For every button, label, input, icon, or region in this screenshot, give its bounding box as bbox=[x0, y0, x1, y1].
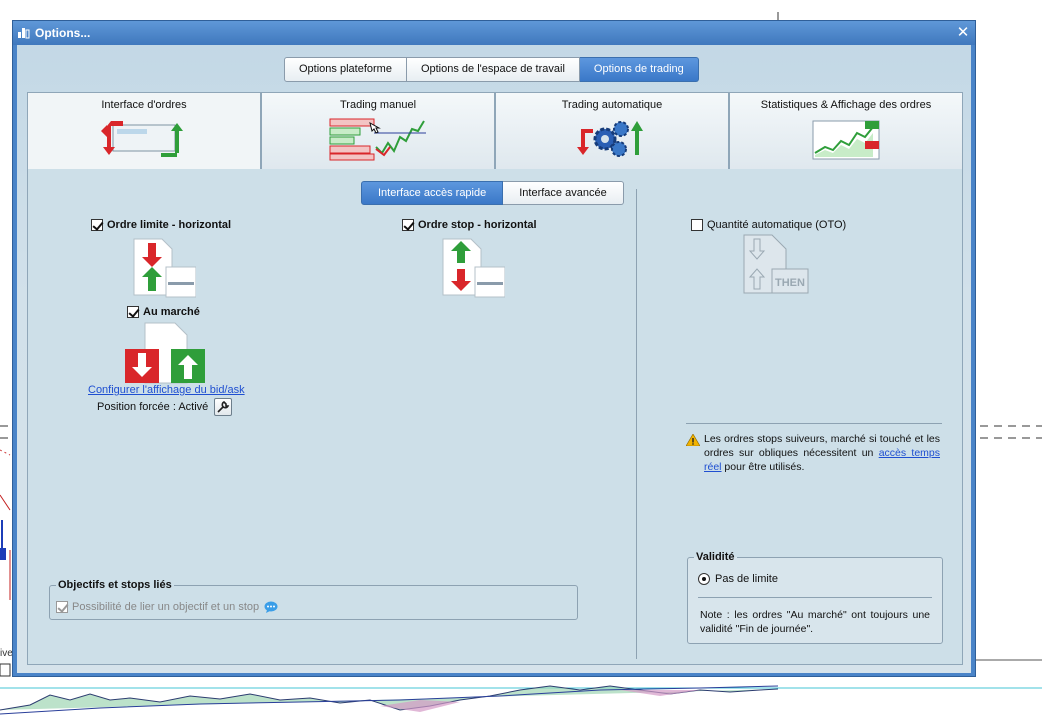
top-tab-bar: Options plateforme Options de l'espace d… bbox=[284, 57, 699, 82]
link-target-stop-option[interactable]: Possibilité de lier un objectif et un st… bbox=[56, 601, 279, 613]
tab-interface-avancee[interactable]: Interface avancée bbox=[503, 181, 624, 205]
column-divider bbox=[636, 189, 637, 659]
validity-legend: Validité bbox=[696, 551, 735, 563]
auto-quantity-label: Quantité automatique (OTO) bbox=[707, 219, 847, 231]
tab-options-trading[interactable]: Options de trading bbox=[579, 57, 699, 82]
tab-interface-ordres[interactable]: Interface d'ordres bbox=[27, 92, 261, 172]
warning-separator bbox=[686, 423, 942, 424]
validity-no-limit-option[interactable]: Pas de limite bbox=[698, 573, 778, 585]
auto-quantity-checkbox[interactable] bbox=[691, 219, 703, 231]
tab-trading-automatique[interactable]: Trading automatique bbox=[495, 92, 729, 170]
validity-note: Note : les ordres "Au marché" ont toujou… bbox=[700, 609, 930, 635]
category-tab-bar: Interface d'ordres Trading manuel Tradin… bbox=[27, 92, 963, 172]
auto-trading-gears-icon bbox=[577, 121, 643, 157]
link-target-stop-label: Possibilité de lier un objectif et un st… bbox=[72, 601, 260, 613]
realtime-access-warning: Les ordres stops suiveurs, marché si tou… bbox=[686, 432, 940, 474]
limit-order-checkbox[interactable] bbox=[91, 219, 103, 231]
warning-text-after: pour être utilisés. bbox=[721, 461, 805, 473]
help-bubble-icon[interactable] bbox=[263, 601, 279, 613]
order-interface-icon bbox=[101, 121, 183, 157]
link-target-stop-checkbox[interactable] bbox=[56, 601, 68, 613]
tab-interface-acces-rapide[interactable]: Interface accès rapide bbox=[361, 181, 504, 205]
validity-group: Validité Pas de limite Note : les ordres… bbox=[687, 551, 943, 644]
forced-position-label: Position forcée : Activé bbox=[97, 401, 209, 413]
interface-mode-toggle: Interface accès rapide Interface avancée bbox=[361, 181, 624, 205]
limit-order-icon bbox=[133, 238, 196, 298]
tab-options-espace-travail[interactable]: Options de l'espace de travail bbox=[406, 57, 580, 82]
tab-options-plateforme[interactable]: Options plateforme bbox=[284, 57, 407, 82]
tab-trading-manuel[interactable]: Trading manuel bbox=[261, 92, 495, 170]
validity-no-limit-label: Pas de limite bbox=[715, 573, 778, 585]
options-dialog: Options... ✕ Options plateforme Options … bbox=[12, 20, 976, 677]
market-order-checkbox[interactable] bbox=[127, 306, 139, 318]
tab-interface-ordres-label: Interface d'ordres bbox=[101, 99, 187, 111]
dialog-client-area: Options plateforme Options de l'espace d… bbox=[17, 45, 971, 673]
manual-trading-icon bbox=[329, 118, 426, 161]
close-icon[interactable]: ✕ bbox=[955, 25, 971, 41]
app-icon bbox=[18, 28, 30, 39]
stop-order-icon bbox=[442, 238, 505, 298]
tab-statistiques[interactable]: Statistiques & Affichage des ordres bbox=[729, 92, 963, 170]
tab-trading-manuel-label: Trading manuel bbox=[339, 99, 417, 111]
linked-targets-stops-legend: Objectifs et stops liés bbox=[58, 579, 172, 591]
validity-separator bbox=[698, 597, 932, 598]
wrench-icon bbox=[217, 401, 230, 413]
statistics-chart-icon bbox=[812, 120, 880, 160]
forced-position-settings-button[interactable] bbox=[214, 398, 232, 416]
market-order-option[interactable]: Au marché bbox=[127, 306, 200, 318]
then-icon-text: THEN bbox=[775, 277, 805, 289]
tab-statistiques-label: Statistiques & Affichage des ordres bbox=[760, 99, 932, 111]
limit-order-option[interactable]: Ordre limite - horizontal bbox=[91, 219, 231, 231]
order-interface-panel: Interface accès rapide Interface avancée… bbox=[27, 169, 963, 665]
oto-then-icon: THEN bbox=[743, 234, 809, 294]
title-bar[interactable]: Options... ✕ bbox=[13, 21, 975, 45]
auto-quantity-option[interactable]: Quantité automatique (OTO) bbox=[691, 219, 846, 231]
linked-targets-stops-group: Objectifs et stops liés Possibilité de l… bbox=[49, 579, 578, 620]
stop-order-checkbox[interactable] bbox=[402, 219, 414, 231]
market-order-icon bbox=[125, 322, 205, 384]
window-title: Options... bbox=[35, 26, 91, 40]
stop-order-label: Ordre stop - horizontal bbox=[418, 219, 537, 231]
stop-order-option[interactable]: Ordre stop - horizontal bbox=[402, 219, 537, 231]
validity-no-limit-radio[interactable] bbox=[698, 573, 710, 585]
market-order-label: Au marché bbox=[143, 306, 200, 318]
limit-order-label: Ordre limite - horizontal bbox=[107, 219, 232, 231]
configure-bid-ask-link[interactable]: Configurer l'affichage du bid/ask bbox=[88, 384, 245, 396]
tab-trading-automatique-label: Trading automatique bbox=[561, 99, 663, 111]
